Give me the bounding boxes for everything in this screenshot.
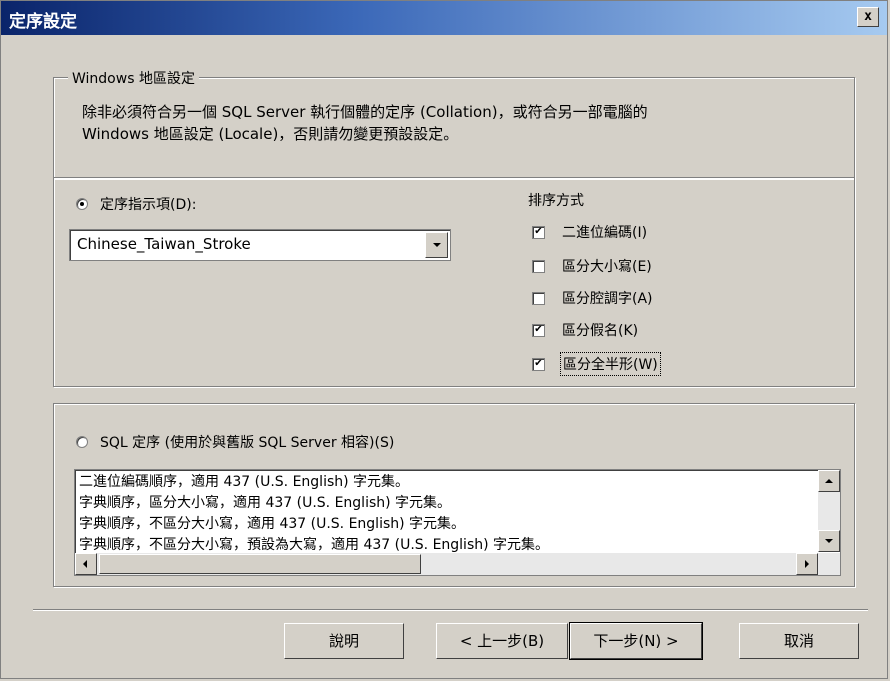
- case-sensitive-label[interactable]: 區分大小寫(E): [562, 256, 652, 276]
- cancel-button[interactable]: 取消: [739, 623, 859, 659]
- sql-collation-label[interactable]: SQL 定序 (使用於與舊版 SQL Server 相容)(S): [100, 432, 394, 452]
- width-sensitive-label[interactable]: 區分全半形(W): [560, 352, 661, 376]
- locale-description-line-2: Windows 地區設定 (Locale)，否則請勿變更預設設定。: [82, 125, 459, 143]
- accent-sensitive-checkbox[interactable]: [532, 292, 545, 305]
- vertical-scrollbar[interactable]: [818, 470, 840, 552]
- horizontal-scroll-thumb[interactable]: [99, 554, 421, 574]
- close-button[interactable]: x: [857, 7, 879, 27]
- width-sensitive-checkbox[interactable]: ✔: [532, 358, 545, 371]
- scroll-down-icon: [825, 539, 833, 543]
- windows-locale-group-title: Windows 地區設定: [68, 68, 199, 88]
- back-button[interactable]: < 上一步(B): [436, 623, 568, 659]
- binary-label[interactable]: 二進位編碼(I): [562, 222, 647, 242]
- list-item[interactable]: 字典順序，不區分大小寫，預設為大寫，適用 437 (U.S. English) …: [79, 534, 549, 554]
- scroll-up-button[interactable]: [818, 470, 840, 492]
- collation-designator-label[interactable]: 定序指示項(D):: [100, 194, 196, 214]
- case-sensitive-checkbox[interactable]: [532, 260, 545, 273]
- scroll-left-button[interactable]: [75, 553, 97, 575]
- scroll-up-icon: [825, 479, 833, 483]
- title-bar: 定序設定 x: [1, 1, 887, 35]
- collation-settings-dialog: 定序設定 x Windows 地區設定 除非必須符合另一個 SQL Server…: [0, 0, 888, 679]
- kana-sensitive-label[interactable]: 區分假名(K): [562, 320, 638, 340]
- collation-designator-panel: 定序指示項(D): 排序方式 ✔ 二進位編碼(I) 區分大小寫(E) 區分腔調字…: [53, 177, 855, 387]
- scroll-down-button[interactable]: [818, 530, 840, 552]
- sql-collation-list[interactable]: 二進位編碼順序，適用 437 (U.S. English) 字元集。 字典順序，…: [74, 469, 841, 576]
- sort-order-title: 排序方式: [528, 193, 584, 209]
- locale-description-line-1: 除非必須符合另一個 SQL Server 執行個體的定序 (Collation)…: [82, 103, 648, 121]
- kana-sensitive-checkbox[interactable]: ✔: [532, 324, 545, 337]
- collation-designator-radio[interactable]: [76, 198, 88, 210]
- horizontal-scrollbar[interactable]: [75, 553, 840, 575]
- sql-collation-radio[interactable]: [76, 436, 88, 448]
- windows-locale-group: Windows 地區設定 除非必須符合另一個 SQL Server 執行個體的定…: [53, 68, 855, 179]
- list-item[interactable]: 字典順序，區分大小寫，適用 437 (U.S. English) 字元集。: [79, 492, 451, 512]
- list-item[interactable]: 二進位編碼順序，適用 437 (U.S. English) 字元集。: [79, 471, 409, 491]
- binary-checkbox[interactable]: ✔: [532, 226, 545, 239]
- scroll-left-icon: [83, 560, 87, 568]
- chevron-down-icon: [433, 243, 441, 247]
- button-divider: [33, 609, 868, 611]
- scroll-right-button[interactable]: [796, 553, 818, 575]
- next-button[interactable]: 下一步(N) >: [570, 623, 702, 659]
- scroll-right-icon: [805, 560, 809, 568]
- collation-designator-value: Chinese_Taiwan_Stroke: [77, 235, 251, 253]
- collation-designator-label-text: 定序指示項(D):: [100, 197, 197, 213]
- window-title: 定序設定: [9, 12, 77, 32]
- list-item[interactable]: 字典順序，不區分大小寫，適用 437 (U.S. English) 字元集。: [79, 513, 465, 533]
- accent-sensitive-label[interactable]: 區分腔調字(A): [562, 288, 653, 308]
- collation-designator-select[interactable]: Chinese_Taiwan_Stroke: [69, 229, 451, 261]
- collation-designator-dropdown-button[interactable]: [425, 232, 448, 258]
- help-button[interactable]: 說明: [284, 623, 404, 659]
